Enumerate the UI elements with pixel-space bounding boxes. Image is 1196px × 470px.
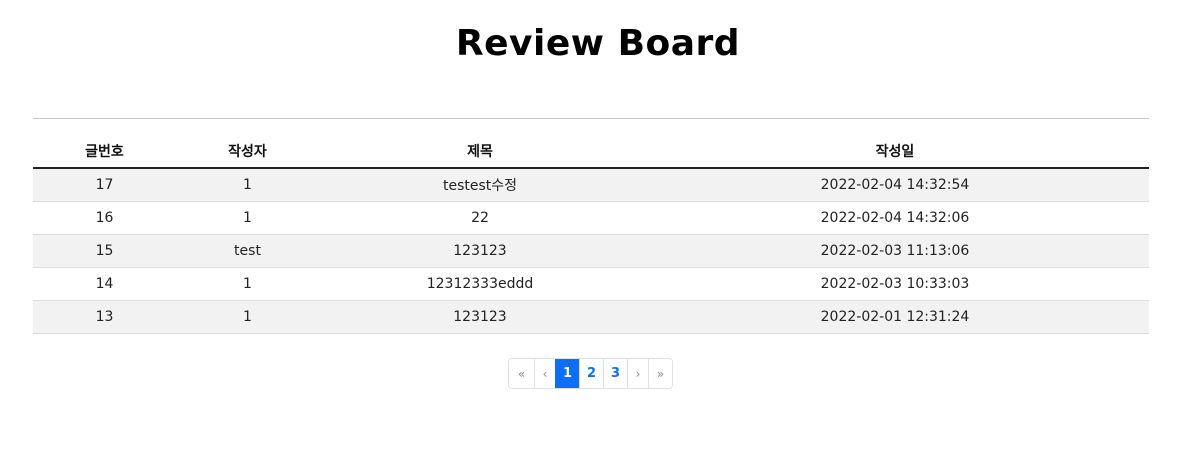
title-link[interactable]: 123123 xyxy=(319,300,641,334)
table-row[interactable]: 13 1 123123 2022-02-01 12:31:24 xyxy=(33,300,1149,334)
post-number-cell: 15 xyxy=(33,234,176,268)
date-cell: 2022-02-03 10:33:03 xyxy=(641,267,1149,301)
title-link[interactable]: 12312333eddd xyxy=(319,267,641,301)
pagination: « ‹ 1 2 3 › » xyxy=(508,358,673,389)
header-date: 작성일 xyxy=(641,135,1149,169)
header-title: 제목 xyxy=(319,135,641,169)
writer-cell: test xyxy=(176,234,319,268)
review-table: 글번호 작성자 제목 작성일 17 1 testest수정 2022-02-04… xyxy=(33,135,1149,334)
date-cell: 2022-02-04 14:32:06 xyxy=(641,201,1149,235)
first-page-button[interactable]: « xyxy=(509,359,534,388)
title-link[interactable]: testest수정 xyxy=(319,168,641,202)
date-cell: 2022-02-04 14:32:54 xyxy=(641,168,1149,202)
header-post-number: 글번호 xyxy=(33,135,176,169)
previous-page-button[interactable]: ‹ xyxy=(534,359,555,388)
writer-cell: 1 xyxy=(176,267,319,301)
post-number-cell: 16 xyxy=(33,201,176,235)
writer-cell: 1 xyxy=(176,168,319,202)
table-row[interactable]: 17 1 testest수정 2022-02-04 14:32:54 xyxy=(33,168,1149,202)
writer-cell: 1 xyxy=(176,201,319,235)
next-page-button[interactable]: › xyxy=(627,359,648,388)
table-row[interactable]: 14 1 12312333eddd 2022-02-03 10:33:03 xyxy=(33,267,1149,301)
page-2-button[interactable]: 2 xyxy=(579,359,603,388)
date-cell: 2022-02-01 12:31:24 xyxy=(641,300,1149,334)
post-number-cell: 14 xyxy=(33,267,176,301)
page-title: Review Board xyxy=(455,23,741,64)
post-number-cell: 17 xyxy=(33,168,176,202)
page-3-button[interactable]: 3 xyxy=(603,359,627,388)
table-row[interactable]: 15 test 123123 2022-02-03 11:13:06 xyxy=(33,234,1149,268)
title-link[interactable]: 123123 xyxy=(319,234,641,268)
writer-cell: 1 xyxy=(176,300,319,334)
title-link[interactable]: 22 xyxy=(319,201,641,235)
date-cell: 2022-02-03 11:13:06 xyxy=(641,234,1149,268)
header-writer: 작성자 xyxy=(176,135,319,169)
table-header-row: 글번호 작성자 제목 작성일 xyxy=(33,135,1149,169)
page-1-button[interactable]: 1 xyxy=(555,359,579,388)
post-number-cell: 13 xyxy=(33,300,176,334)
review-board: 글번호 작성자 제목 작성일 17 1 testest수정 2022-02-04… xyxy=(33,118,1149,334)
last-page-button[interactable]: » xyxy=(648,359,672,388)
table-row[interactable]: 16 1 22 2022-02-04 14:32:06 xyxy=(33,201,1149,235)
